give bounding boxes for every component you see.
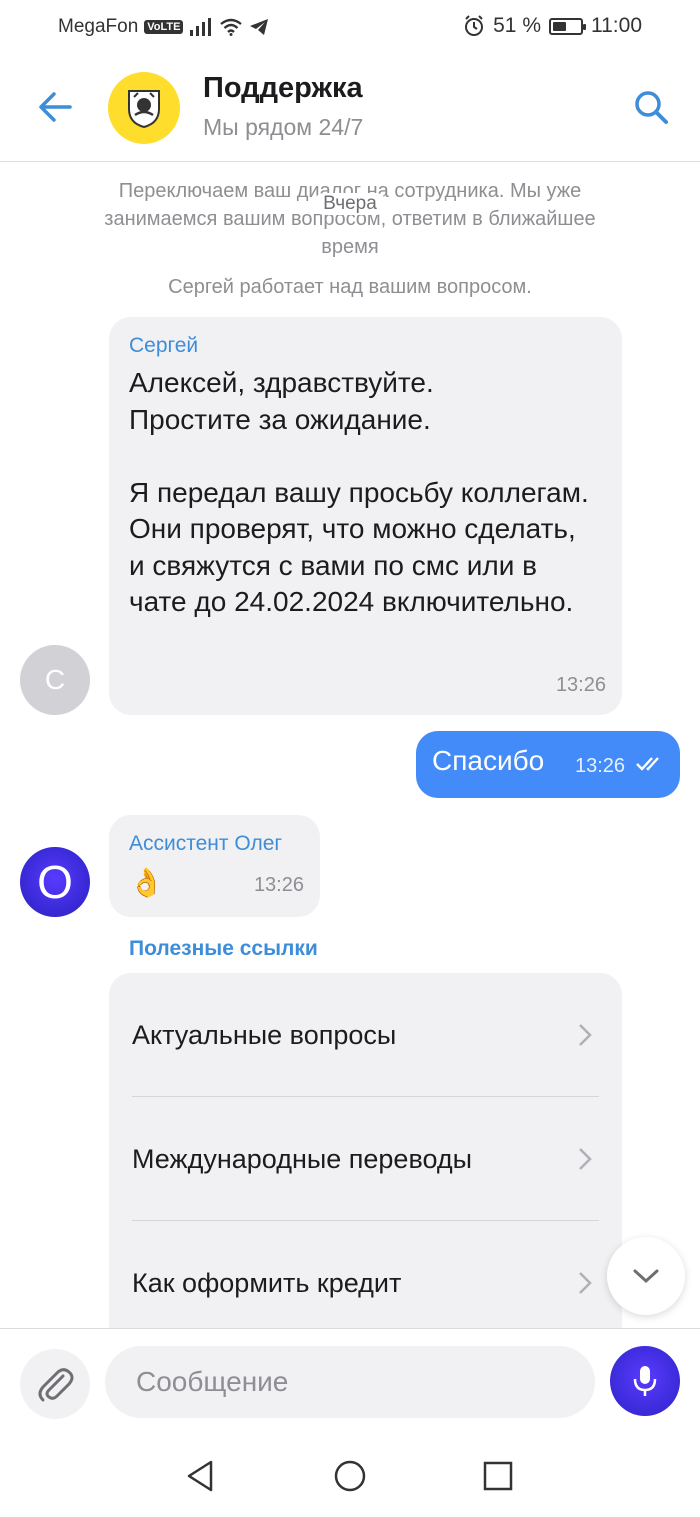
nav-recents-icon[interactable] [478,1456,518,1496]
status-left: MegaFon VoLTE [58,16,269,38]
volte-badge: VoLTE [144,20,184,34]
search-icon [635,91,668,124]
message-bubble[interactable]: Сергей Алексей, здравствуйте. Простите з… [109,317,622,715]
chevron-right-icon [579,1148,592,1170]
status-right: 51 % 11:00 [463,14,642,38]
coat-of-arms-icon [128,90,160,129]
useful-links-card: Актуальные вопросы Международные перевод… [109,973,622,1328]
carrier-name: MegaFon [58,16,139,37]
chat-subtitle: Мы рядом 24/7 [203,114,364,140]
message-input[interactable] [105,1346,595,1418]
attach-button[interactable] [20,1349,90,1419]
message-emoji: 👌 [129,867,164,898]
message-list[interactable]: Переключаем ваш диалог на сотрудника. Мы… [0,163,700,1328]
nav-home-icon[interactable] [330,1456,370,1496]
link-label: Актуальные вопросы [132,1020,397,1050]
avatar[interactable]: С [20,645,90,715]
nav-back-icon[interactable] [180,1456,220,1496]
link-item[interactable]: Как оформить кредит [132,1221,599,1328]
battery-fill [553,21,567,31]
outgoing-message-bubble[interactable]: Спасибо 13:26 [416,731,680,798]
message-text: Спасибо [432,745,545,776]
microphone-icon [633,1366,657,1396]
chevron-down-icon [633,1269,659,1284]
scroll-down-button[interactable] [607,1237,685,1315]
avatar-letter: O [37,856,73,908]
chat-title: Поддержка [203,72,363,104]
link-label: Международные переводы [132,1144,473,1174]
status-message: Сергей работает над вашим вопросом. [168,276,532,298]
message-time: 13:26 [575,755,626,777]
microphone-button[interactable] [610,1346,680,1416]
back-button[interactable] [30,82,80,132]
chevron-right-icon [579,1272,592,1294]
link-item[interactable]: Международные переводы [132,1097,599,1221]
wifi-icon [220,18,243,36]
arrow-left-icon [39,92,72,122]
battery-percent: 51 % [493,14,541,37]
bank-logo [108,72,180,144]
telegram-icon [250,19,269,35]
assistant-avatar[interactable]: O [20,847,90,917]
paperclip-icon [38,1368,74,1402]
alarm-icon [465,15,484,36]
chat-header: Поддержка Мы рядом 24/7 [0,54,700,162]
link-label: Как оформить кредит [132,1268,402,1298]
composer [0,1328,700,1436]
double-check-icon [636,757,659,771]
sender-name: Ассистент Олег [129,832,283,855]
avatar-letter: С [44,664,66,695]
signal-icon [190,18,212,36]
search-button[interactable] [628,84,674,130]
status-bar: MegaFon VoLTE 51 % 11:00 [0,0,700,54]
message-time: 13:26 [555,674,606,696]
link-item[interactable]: Актуальные вопросы [132,973,599,1097]
message-text: Алексей, здравствуйте. Простите за ожида… [129,367,589,617]
message-bubble[interactable]: Ассистент Олег 👌 13:26 [109,815,320,917]
message-time: 13:26 [253,874,304,896]
sender-name: Сергей [129,334,199,357]
chevron-right-icon [579,1024,592,1046]
battery-icon [549,17,586,35]
system-message: Переключаем ваш диалог на сотрудника. Мы… [104,180,596,258]
clock: 11:00 [591,14,642,37]
day-separator: Вчера [314,193,386,215]
system-nav-bar [0,1436,700,1517]
useful-links-title: Полезные ссылки [129,937,318,960]
